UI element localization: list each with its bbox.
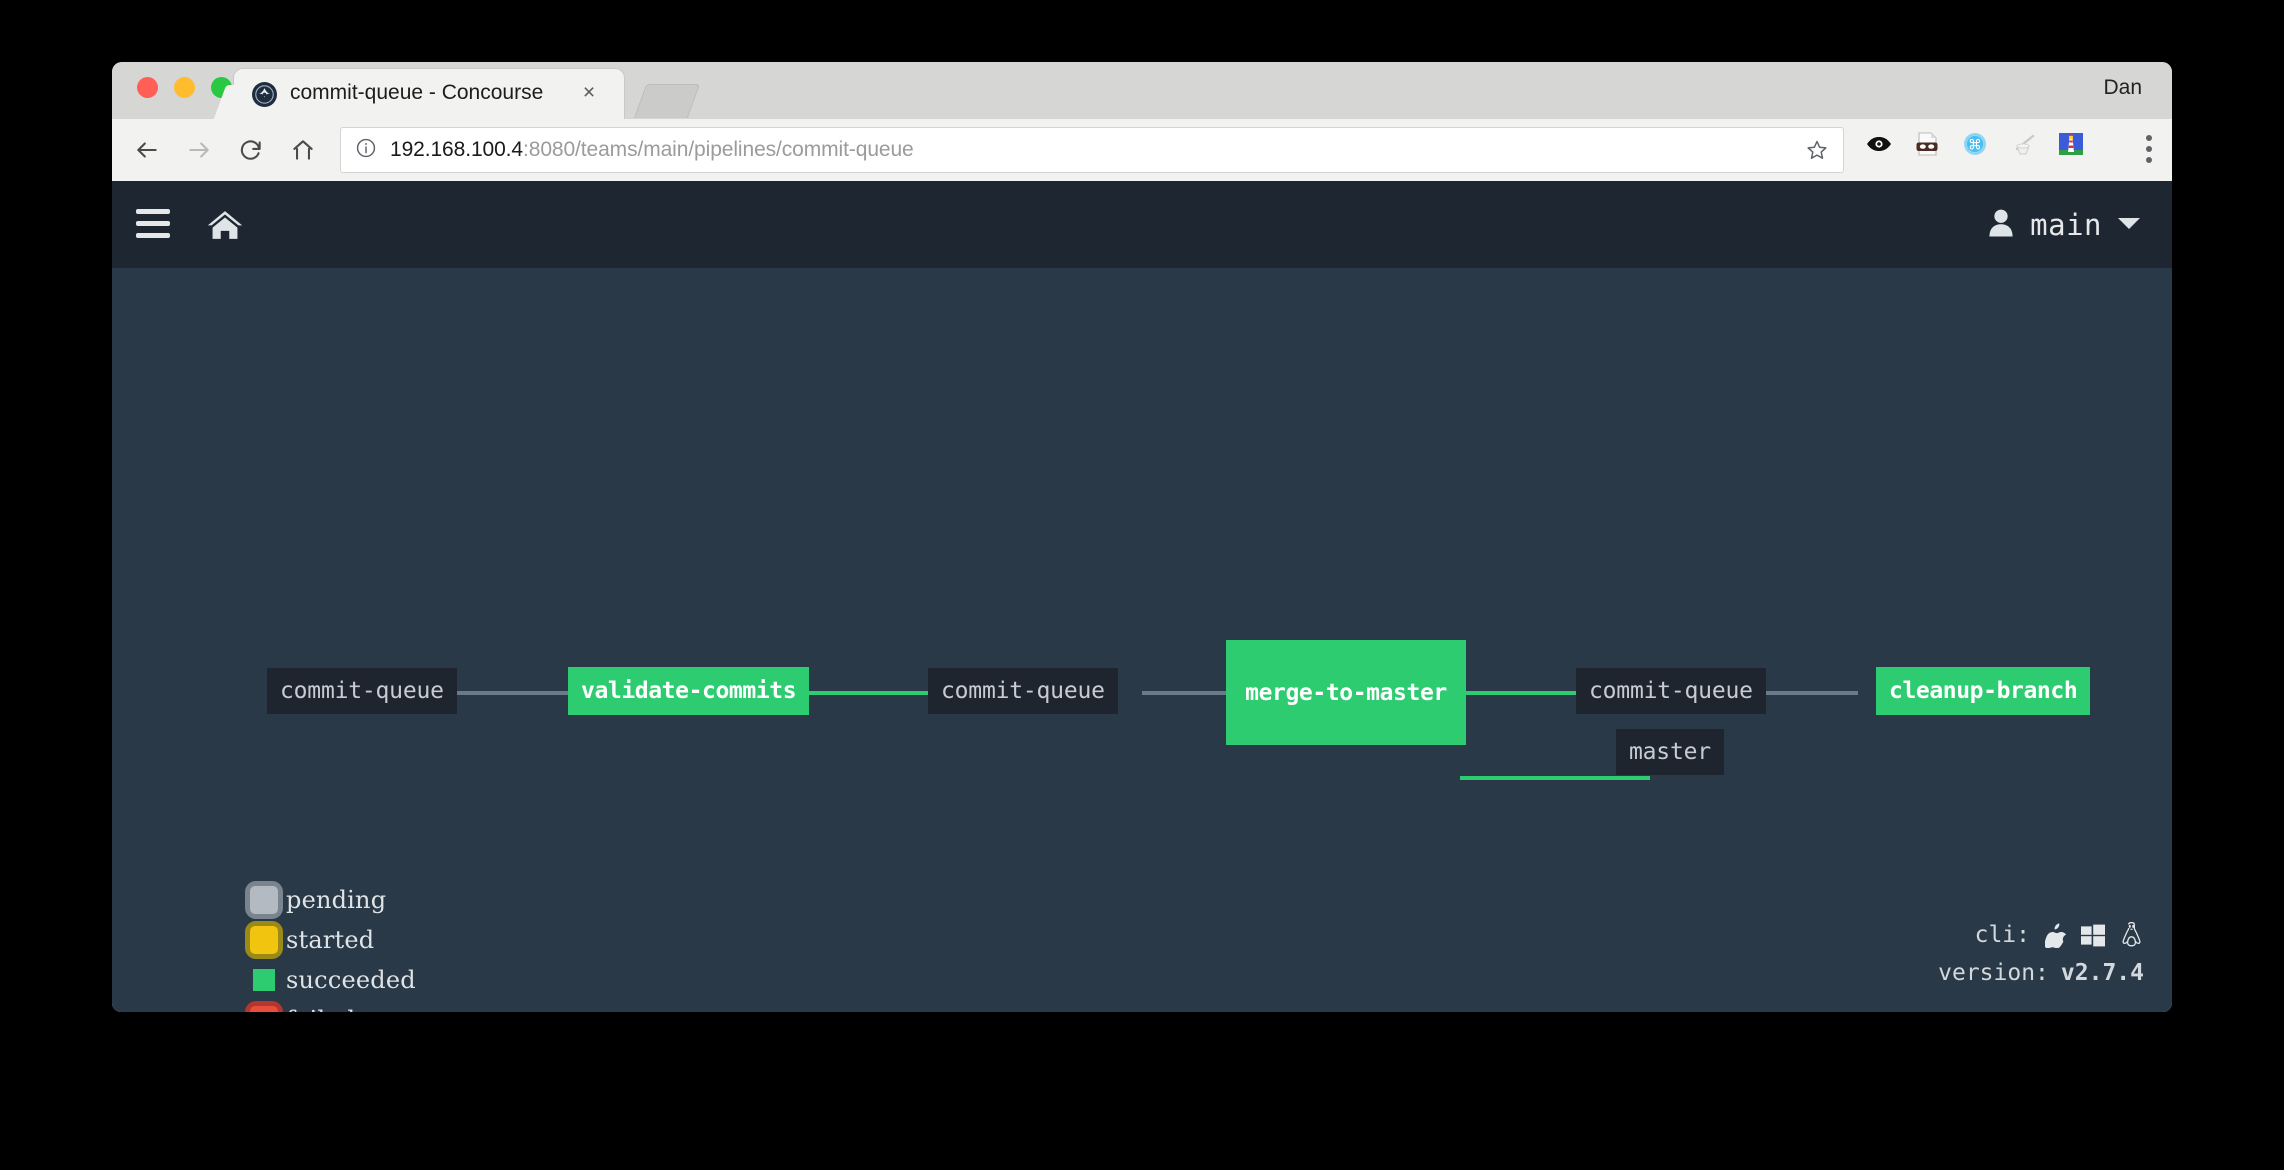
lighthouse-icon[interactable] bbox=[2056, 129, 2086, 159]
concourse-app: main commit-queue validate-c bbox=[112, 181, 2172, 1012]
window-close-button[interactable] bbox=[137, 77, 158, 98]
node-label: commit-queue bbox=[941, 678, 1105, 704]
catapult-icon[interactable] bbox=[2008, 129, 2038, 159]
app-top-bar: main bbox=[112, 181, 2172, 268]
close-icon[interactable]: × bbox=[578, 82, 600, 104]
star-icon[interactable] bbox=[1805, 138, 1829, 167]
edge-merge-to-master bbox=[1460, 776, 1650, 780]
apple-icon[interactable] bbox=[2042, 921, 2068, 949]
pipeline-resource-node[interactable]: commit-queue bbox=[1576, 668, 1766, 714]
legend-item-succeeded: succeeded bbox=[244, 960, 416, 1000]
three-dot-menu-icon[interactable] bbox=[2146, 135, 2154, 168]
user-avatar-icon bbox=[1986, 207, 2016, 244]
node-label: validate-commits bbox=[581, 678, 796, 704]
linux-icon[interactable] bbox=[2118, 921, 2144, 949]
extension-icon-bar: ⌘ bbox=[1864, 129, 2086, 159]
pending-color bbox=[250, 886, 278, 914]
browser-window: commit-queue - Concourse × Dan bbox=[112, 62, 2172, 1012]
failed-swatch-icon bbox=[245, 1001, 283, 1012]
node-label: commit-queue bbox=[1589, 678, 1753, 704]
cli-label: cli: bbox=[1975, 916, 2030, 954]
cli-row: cli: bbox=[1938, 916, 2144, 954]
legend-swatch-wrap bbox=[244, 1000, 284, 1012]
window-traffic-lights bbox=[137, 77, 232, 98]
node-label: master bbox=[1629, 739, 1711, 765]
reload-icon[interactable] bbox=[232, 131, 270, 169]
concourse-logo-icon bbox=[252, 82, 277, 107]
pipeline-job-node[interactable]: validate-commits bbox=[568, 667, 809, 715]
pipeline-resource-node[interactable]: master bbox=[1616, 729, 1724, 775]
pipeline-job-node[interactable]: cleanup-branch bbox=[1876, 667, 2090, 715]
browser-tab-active[interactable]: commit-queue - Concourse × bbox=[234, 69, 624, 119]
started-color bbox=[250, 926, 278, 954]
hamburger-icon[interactable] bbox=[132, 205, 182, 249]
version-label: version: bbox=[1938, 954, 2049, 992]
version-row: version: v2.7.4 bbox=[1938, 954, 2144, 992]
chevron-down-icon[interactable] bbox=[2116, 215, 2142, 236]
legend-label: pending bbox=[286, 886, 386, 914]
window-user-label: Dan bbox=[2103, 76, 2142, 100]
edge-commitqueue2-to-merge bbox=[1142, 691, 1232, 695]
command-key-icon[interactable]: ⌘ bbox=[1960, 129, 1990, 159]
legend-swatch-wrap bbox=[244, 960, 284, 1000]
started-swatch-icon bbox=[245, 921, 283, 959]
pending-swatch-icon bbox=[245, 881, 283, 919]
address-bar[interactable]: 192.168.100.4:8080/teams/main/pipelines/… bbox=[340, 127, 1844, 173]
status-legend: pending started succeeded bbox=[244, 880, 416, 1012]
home-icon[interactable] bbox=[284, 131, 322, 169]
address-bar-path: :8080/teams/main/pipelines/commit-queue bbox=[523, 138, 914, 161]
legend-label: succeeded bbox=[286, 966, 416, 994]
pipeline-graph: commit-queue validate-commits commit-que… bbox=[112, 268, 2172, 1012]
node-label: commit-queue bbox=[280, 678, 444, 704]
legend-swatch-wrap bbox=[244, 920, 284, 960]
pipeline-resource-node[interactable]: commit-queue bbox=[267, 668, 457, 714]
pipeline-job-node[interactable]: merge-to-master bbox=[1226, 640, 1466, 745]
version-value: v2.7.4 bbox=[2061, 954, 2144, 992]
browser-tab-title: commit-queue - Concourse bbox=[290, 81, 543, 105]
forward-arrow-icon[interactable] bbox=[180, 131, 218, 169]
node-label: merge-to-master bbox=[1245, 680, 1447, 706]
address-bar-url: 192.168.100.4:8080/teams/main/pipelines/… bbox=[390, 138, 914, 162]
user-team-menu[interactable]: main bbox=[1986, 201, 2142, 249]
info-circle-icon[interactable] bbox=[355, 137, 377, 164]
team-name-label: main bbox=[2030, 208, 2102, 242]
app-footer: cli: bbox=[1938, 916, 2144, 992]
node-label: cleanup-branch bbox=[1889, 678, 2077, 704]
window-minimize-button[interactable] bbox=[174, 77, 195, 98]
eye-icon[interactable] bbox=[1864, 129, 1894, 159]
legend-item-started: started bbox=[244, 920, 416, 960]
legend-label: started bbox=[286, 926, 374, 954]
legend-item-failed: failed bbox=[244, 1000, 416, 1012]
succeeded-swatch-icon bbox=[253, 969, 275, 991]
svg-text:⌘: ⌘ bbox=[1968, 138, 1982, 154]
new-tab-button[interactable] bbox=[634, 84, 700, 118]
windows-icon[interactable] bbox=[2080, 921, 2106, 949]
pipeline-resource-node[interactable]: commit-queue bbox=[928, 668, 1118, 714]
legend-item-pending: pending bbox=[244, 880, 416, 920]
failed-color bbox=[250, 1006, 278, 1012]
home-icon[interactable] bbox=[204, 207, 252, 247]
back-arrow-icon[interactable] bbox=[128, 131, 166, 169]
browser-toolbar: 192.168.100.4:8080/teams/main/pipelines/… bbox=[112, 119, 2172, 181]
incognito-document-icon[interactable] bbox=[1912, 129, 1942, 159]
address-bar-host: 192.168.100.4 bbox=[390, 138, 523, 161]
legend-label: failed bbox=[286, 1006, 355, 1012]
legend-swatch-wrap bbox=[244, 880, 284, 920]
browser-tab-strip: commit-queue - Concourse × Dan bbox=[112, 62, 2172, 119]
